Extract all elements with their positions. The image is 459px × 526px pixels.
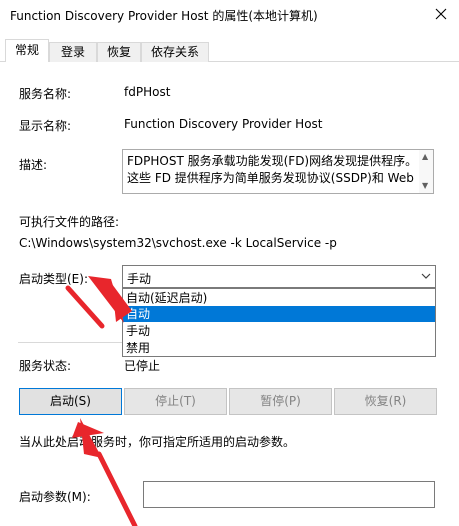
option-manual[interactable]: 手动	[123, 323, 435, 339]
service-name-label: 服务名称:	[19, 87, 72, 101]
start-params-label: 启动参数(M):	[19, 490, 91, 504]
exe-path-value: C:\Windows\system32\svchost.exe -k Local…	[19, 236, 337, 250]
description-box[interactable]: FDPHOST 服务承载功能发现(FD)网络发现提供程序。 这些 FD 提供程序…	[122, 149, 434, 194]
window-title: Function Discovery Provider Host 的属性(本地计…	[10, 9, 318, 23]
tab-logon[interactable]: 登录	[49, 42, 97, 62]
description-label: 描述:	[19, 158, 48, 172]
resume-button[interactable]: 恢复(R)	[334, 388, 437, 415]
tab-general[interactable]: 常规	[5, 39, 49, 62]
stop-button[interactable]: 停止(T)	[124, 388, 227, 415]
service-status-value: 已停止	[124, 359, 161, 373]
startup-type-label: 启动类型(E):	[19, 272, 88, 286]
close-button[interactable]	[425, 0, 459, 30]
display-name-label: 显示名称:	[19, 119, 72, 133]
scroll-up-icon[interactable]: ▲	[422, 152, 428, 161]
close-icon	[435, 8, 447, 20]
title-bar: Function Discovery Provider Host 的属性(本地计…	[0, 0, 459, 30]
pause-button[interactable]: 暂停(P)	[229, 388, 332, 415]
tab-recovery[interactable]: 恢复	[97, 42, 141, 62]
tab-dependencies[interactable]: 依存关系	[141, 42, 209, 62]
option-auto-delayed[interactable]: 自动(延迟启动)	[123, 290, 435, 306]
description-line-2: 这些 FD 提供程序为简单服务发现协议(SSDP)和 Web	[127, 171, 414, 185]
display-name-value: Function Discovery Provider Host	[124, 117, 323, 131]
option-auto[interactable]: 自动	[123, 306, 435, 322]
start-hint-text: 当从此处启动服务时，你可指定所适用的启动参数。	[19, 435, 296, 449]
description-line-1: FDPHOST 服务承载功能发现(FD)网络发现提供程序。	[127, 154, 418, 168]
start-button[interactable]: 启动(S)	[19, 388, 122, 415]
exe-path-label: 可执行文件的路径:	[19, 215, 120, 229]
description-scrollbar[interactable]: ▲ ▼	[419, 150, 433, 193]
option-disabled[interactable]: 禁用	[123, 340, 435, 356]
service-name-value: fdPHost	[124, 85, 171, 99]
service-status-label: 服务状态:	[19, 359, 72, 373]
startup-type-dropdown: 自动(延迟启动) 自动 手动 禁用	[122, 288, 436, 357]
section-divider	[18, 342, 123, 343]
scroll-down-icon[interactable]: ▼	[422, 181, 428, 190]
start-params-input[interactable]	[143, 481, 435, 508]
startup-type-value: 手动	[127, 272, 152, 286]
startup-type-select[interactable]: 手动	[122, 265, 436, 288]
chevron-down-icon	[421, 273, 431, 279]
